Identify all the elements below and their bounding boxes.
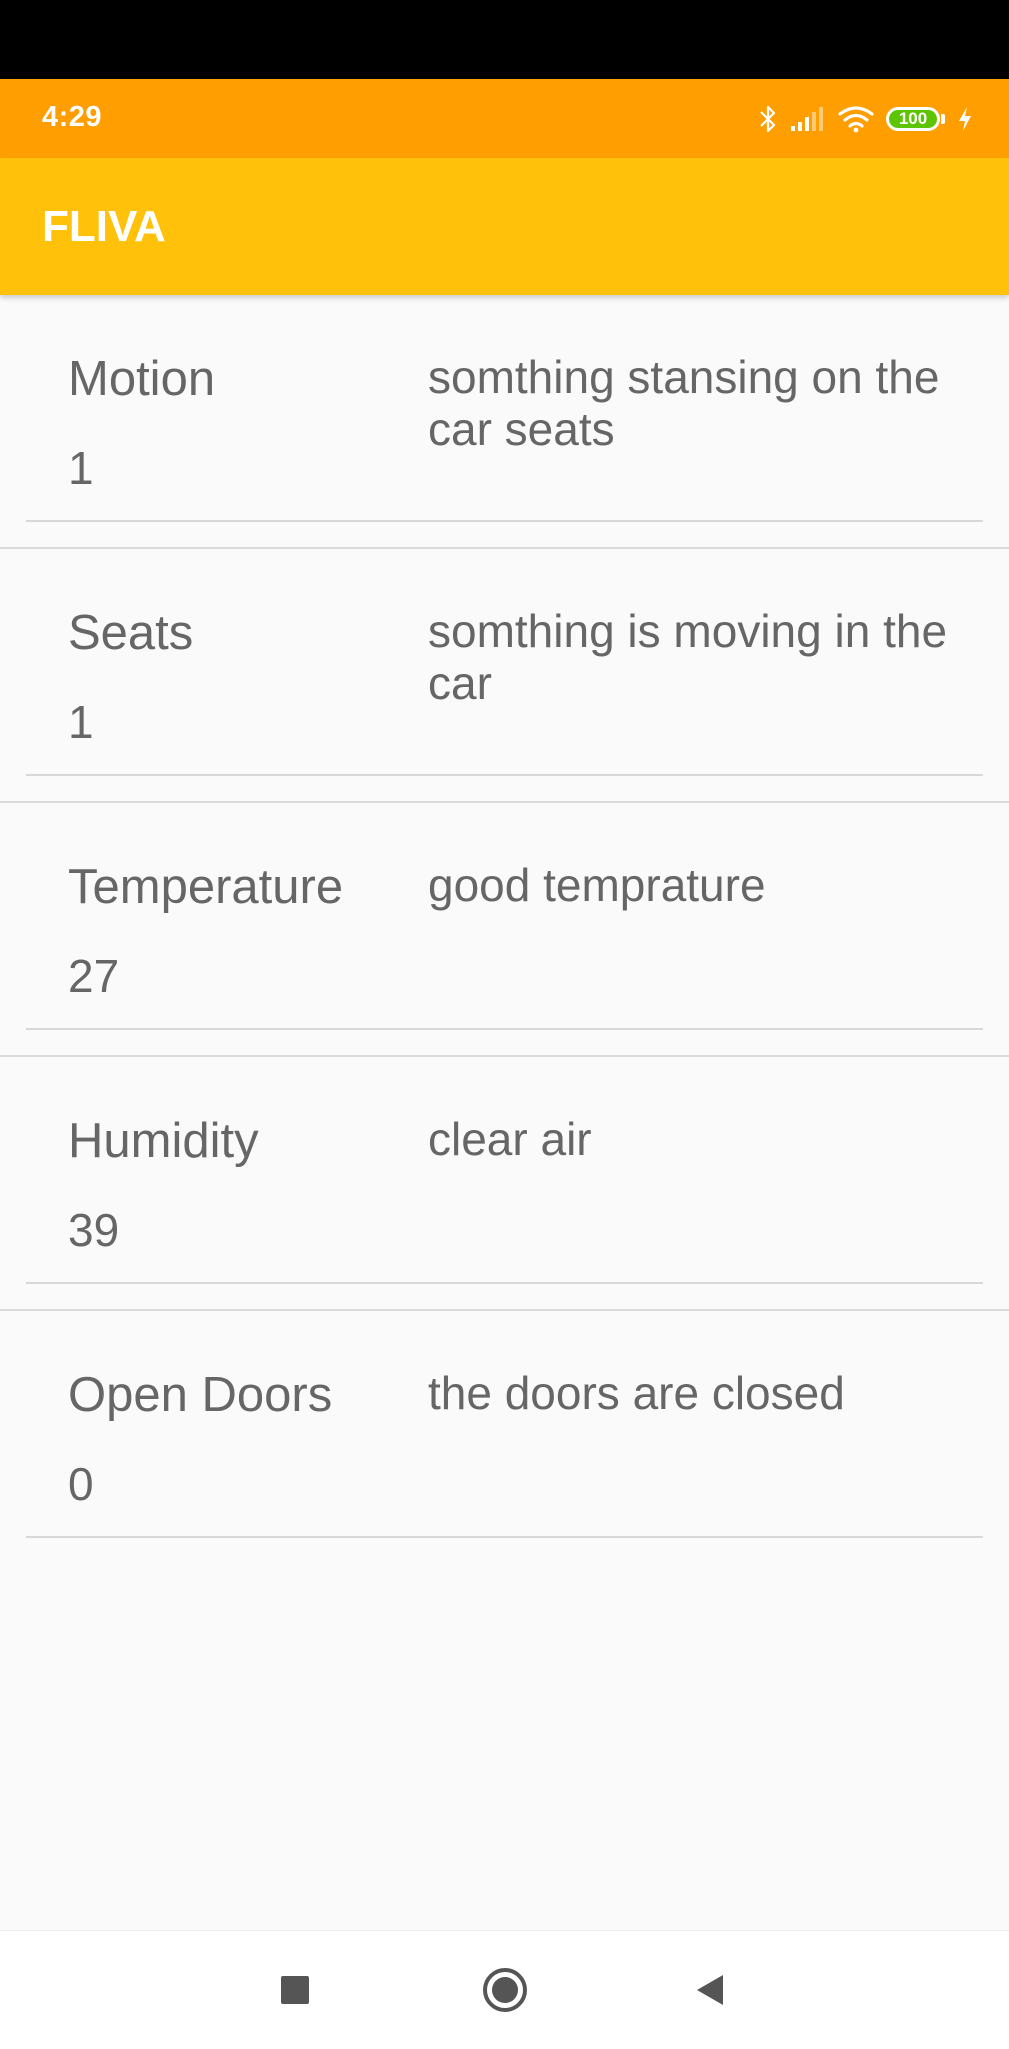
sensor-description: somthing stansing on the car seats — [428, 351, 940, 455]
divider — [26, 520, 983, 522]
sensor-name: Motion — [68, 352, 216, 406]
list-item-seats[interactable]: Seats 1 somthing is moving in the car — [0, 549, 1009, 803]
sensor-value: 0 — [68, 1458, 94, 1510]
home-icon — [483, 1968, 527, 2012]
list-item-open-doors[interactable]: Open Doors 0 the doors are closed — [0, 1311, 1009, 1565]
sensor-value: 39 — [68, 1204, 120, 1256]
recents-icon — [281, 1976, 309, 2004]
battery-level: 100 — [886, 107, 940, 131]
list-item-humidity[interactable]: Humidity 39 clear air — [0, 1057, 1009, 1311]
divider — [26, 1028, 983, 1030]
back-icon — [697, 1975, 723, 2005]
status-time: 4:29 — [42, 101, 103, 133]
divider — [26, 1282, 983, 1284]
charging-icon — [957, 106, 973, 132]
sensor-value: 27 — [68, 950, 120, 1002]
app-title: FLIVA — [42, 202, 166, 251]
sensor-list[interactable]: Motion 1 somthing stansing on the car se… — [0, 295, 1009, 1565]
list-item-temperature[interactable]: Temperature 27 good temprature — [0, 803, 1009, 1057]
home-button[interactable] — [445, 1931, 565, 2049]
sensor-name: Humidity — [68, 1114, 259, 1168]
sensor-description: the doors are closed — [428, 1367, 845, 1419]
sensor-name: Seats — [68, 606, 194, 660]
navigation-bar — [0, 1930, 1009, 2049]
sensor-description: somthing is moving in the car — [428, 605, 948, 709]
back-button[interactable] — [650, 1931, 770, 2049]
status-bar: 4:29 100 — [0, 79, 1009, 158]
battery-icon: 100 — [886, 107, 945, 131]
sensor-value: 1 — [68, 696, 94, 748]
sensor-name: Open Doors — [68, 1368, 333, 1422]
wifi-icon — [838, 105, 874, 133]
sensor-value: 1 — [68, 442, 94, 494]
divider — [26, 774, 983, 776]
bluetooth-icon — [758, 103, 778, 135]
sensor-description: clear air — [428, 1113, 592, 1165]
recents-button[interactable] — [235, 1931, 355, 2049]
list-item-motion[interactable]: Motion 1 somthing stansing on the car se… — [0, 295, 1009, 549]
camera-cutout-area — [0, 0, 1009, 79]
app-bar: FLIVA — [0, 158, 1009, 295]
sensor-name: Temperature — [68, 860, 344, 914]
status-icons: 100 — [758, 99, 973, 139]
sensor-description: good temprature — [428, 859, 766, 911]
signal-icon — [790, 106, 826, 132]
divider — [26, 1536, 983, 1538]
